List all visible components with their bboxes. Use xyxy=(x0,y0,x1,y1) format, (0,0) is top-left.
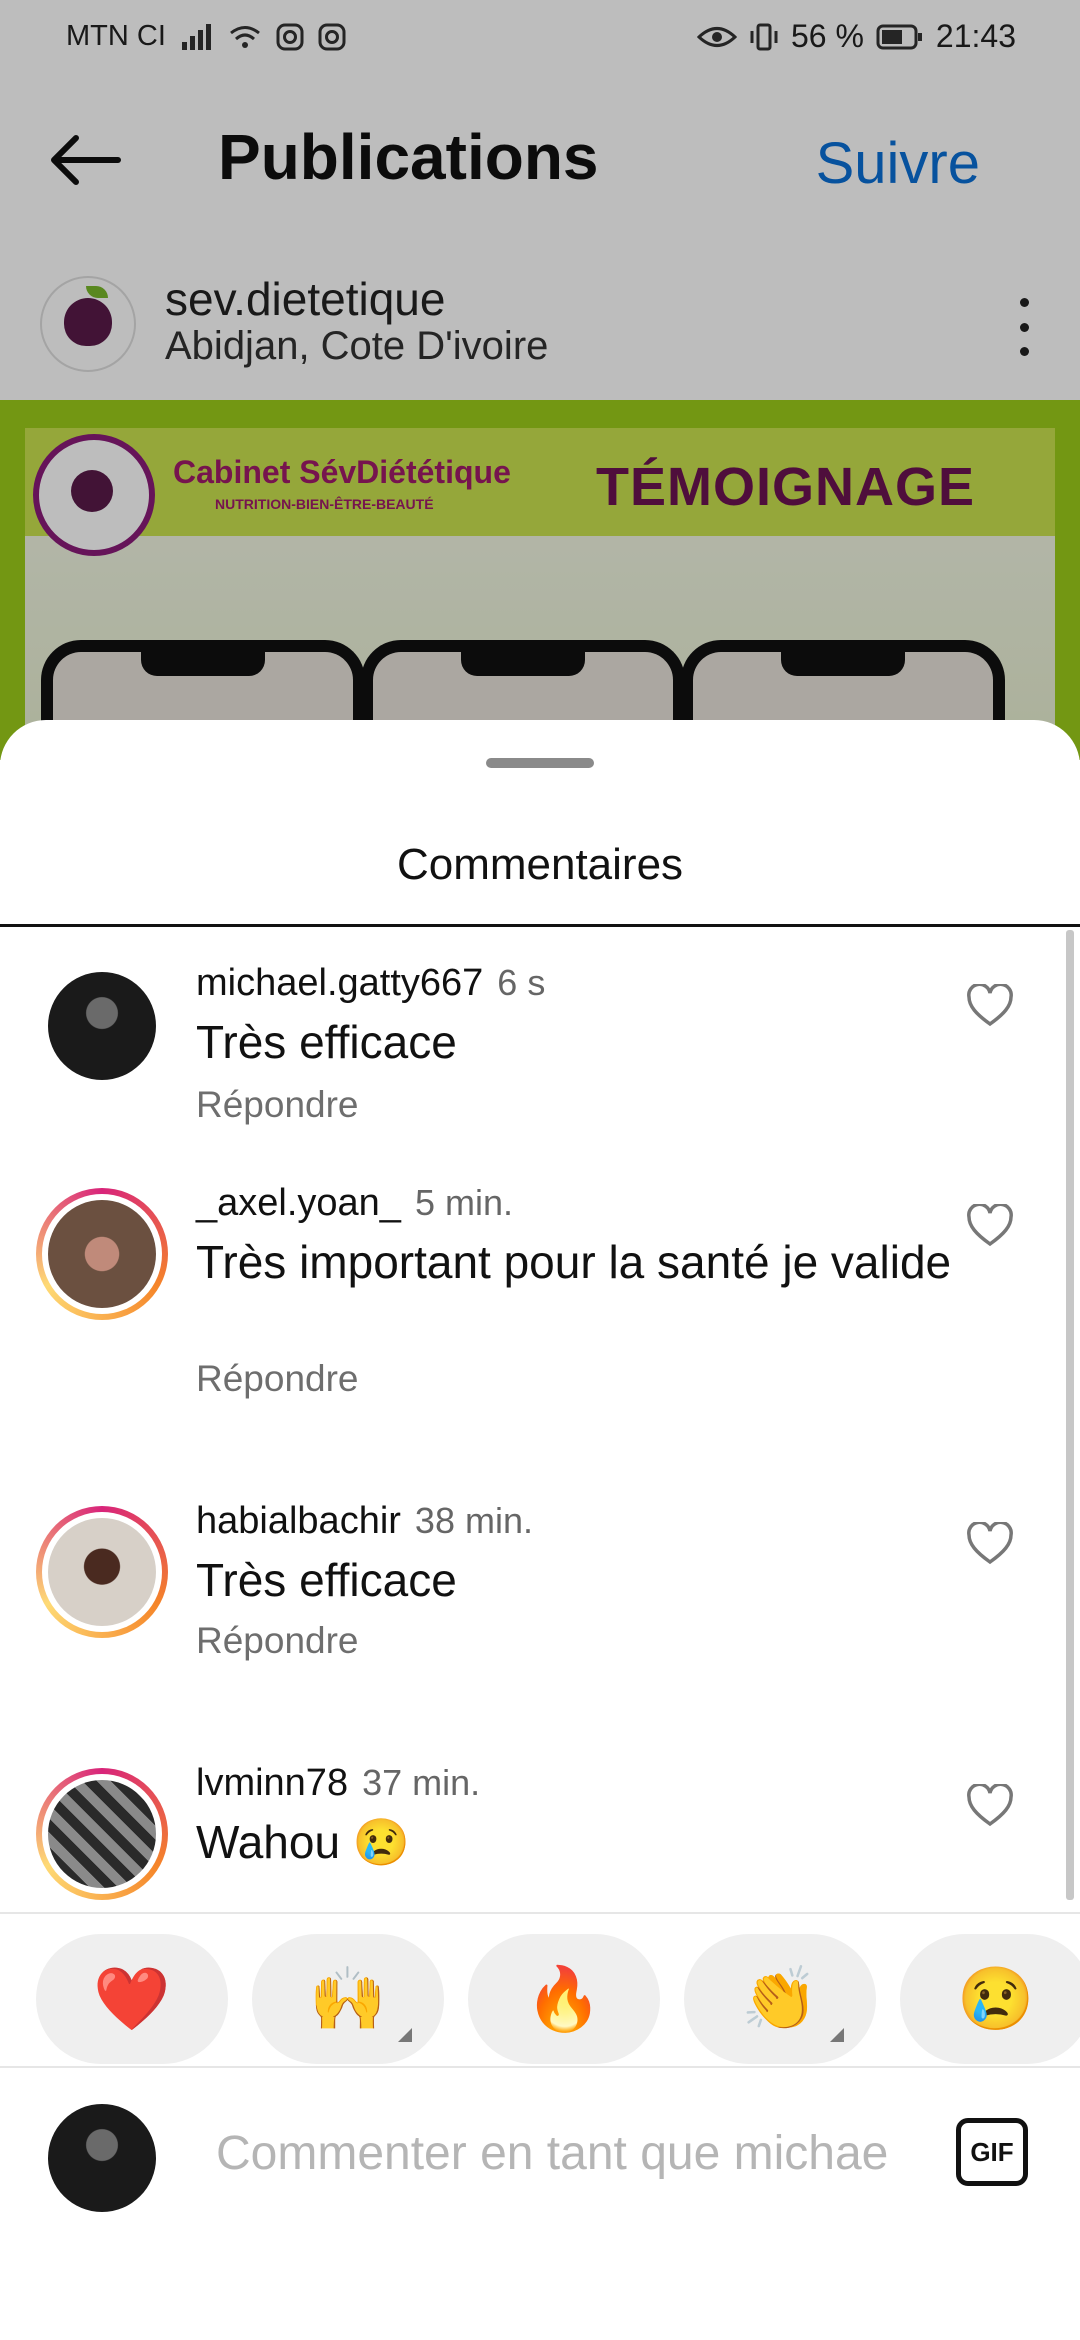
comment-time: 6 s xyxy=(497,962,546,1003)
comment-username[interactable]: habialbachir xyxy=(196,1500,401,1542)
crying-emoji-icon: 😢 xyxy=(957,1964,1035,2034)
fire-emoji-icon: 🔥 xyxy=(525,1964,603,2034)
heart-icon[interactable] xyxy=(966,1784,1014,1828)
comment-header: michael.gatty667 6 s xyxy=(196,962,545,1005)
gif-button[interactable]: GIF xyxy=(956,2118,1028,2186)
sheet-backdrop[interactable] xyxy=(0,0,1080,760)
avatar[interactable] xyxy=(36,1768,168,1900)
quick-reactions-bar: ❤️ 🙌 🔥 👏 😢 xyxy=(0,1912,1080,2068)
reaction-raised-hands-button[interactable]: 🙌 xyxy=(252,1934,444,2064)
comments-sheet: Commentaires michael.gatty667 6 s Très ef… xyxy=(0,720,1080,2340)
comment-composer: Commenter en tant que michae GIF xyxy=(0,2090,1080,2230)
reaction-fire-button[interactable]: 🔥 xyxy=(468,1934,660,2064)
comments-list[interactable]: michael.gatty667 6 s Très efficace Répond… xyxy=(0,926,1080,1911)
comment-time: 5 min. xyxy=(414,1182,513,1223)
avatar[interactable] xyxy=(36,1506,168,1638)
scrollbar[interactable] xyxy=(1066,930,1074,1900)
comment-username[interactable]: _axel.yoan_ xyxy=(196,1182,401,1224)
reaction-clap-button[interactable]: 👏 xyxy=(684,1934,876,2064)
comment-text: Très important pour la santé je valide xyxy=(196,1236,952,1288)
clapping-emoji-icon: 👏 xyxy=(741,1964,819,2034)
comment-header: habialbachir 38 min. xyxy=(196,1500,533,1543)
reply-button[interactable]: Répondre xyxy=(196,1084,359,1126)
comment-header: lvminn78 37 min. xyxy=(196,1762,480,1805)
reaction-crying-button[interactable]: 😢 xyxy=(900,1934,1080,2064)
reply-button[interactable]: Répondre xyxy=(196,1620,359,1662)
skin-tone-indicator-icon xyxy=(398,2028,412,2042)
comment-header: _axel.yoan_ 5 min. xyxy=(196,1182,513,1225)
avatar[interactable] xyxy=(48,972,156,1080)
current-user-avatar xyxy=(48,2104,156,2212)
comment-text: Très efficace xyxy=(196,1554,457,1606)
heart-icon[interactable] xyxy=(966,1522,1014,1566)
comment-text: Wahou 😢 xyxy=(196,1816,411,1868)
drag-handle[interactable] xyxy=(486,758,594,768)
heart-icon[interactable] xyxy=(966,984,1014,1028)
post-screen: MTN CI 56 % 21:43 Publications Suivre se… xyxy=(0,0,1080,760)
comment-username[interactable]: lvminn78 xyxy=(196,1762,348,1804)
comment-time: 38 min. xyxy=(414,1500,533,1541)
reaction-heart-button[interactable]: ❤️ xyxy=(36,1934,228,2064)
comment-input[interactable]: Commenter en tant que michae xyxy=(216,2126,936,2181)
comment-text: Très efficace xyxy=(196,1016,457,1068)
reply-button[interactable]: Répondre xyxy=(196,1358,359,1400)
raised-hands-emoji-icon: 🙌 xyxy=(309,1964,387,2034)
heart-icon[interactable] xyxy=(966,1204,1014,1248)
avatar[interactable] xyxy=(36,1188,168,1320)
sheet-title: Commentaires xyxy=(396,840,684,889)
skin-tone-indicator-icon xyxy=(830,2028,844,2042)
comment-time: 37 min. xyxy=(362,1762,481,1803)
heart-emoji-icon: ❤️ xyxy=(93,1964,171,2034)
comment-username[interactable]: michael.gatty667 xyxy=(196,962,483,1004)
